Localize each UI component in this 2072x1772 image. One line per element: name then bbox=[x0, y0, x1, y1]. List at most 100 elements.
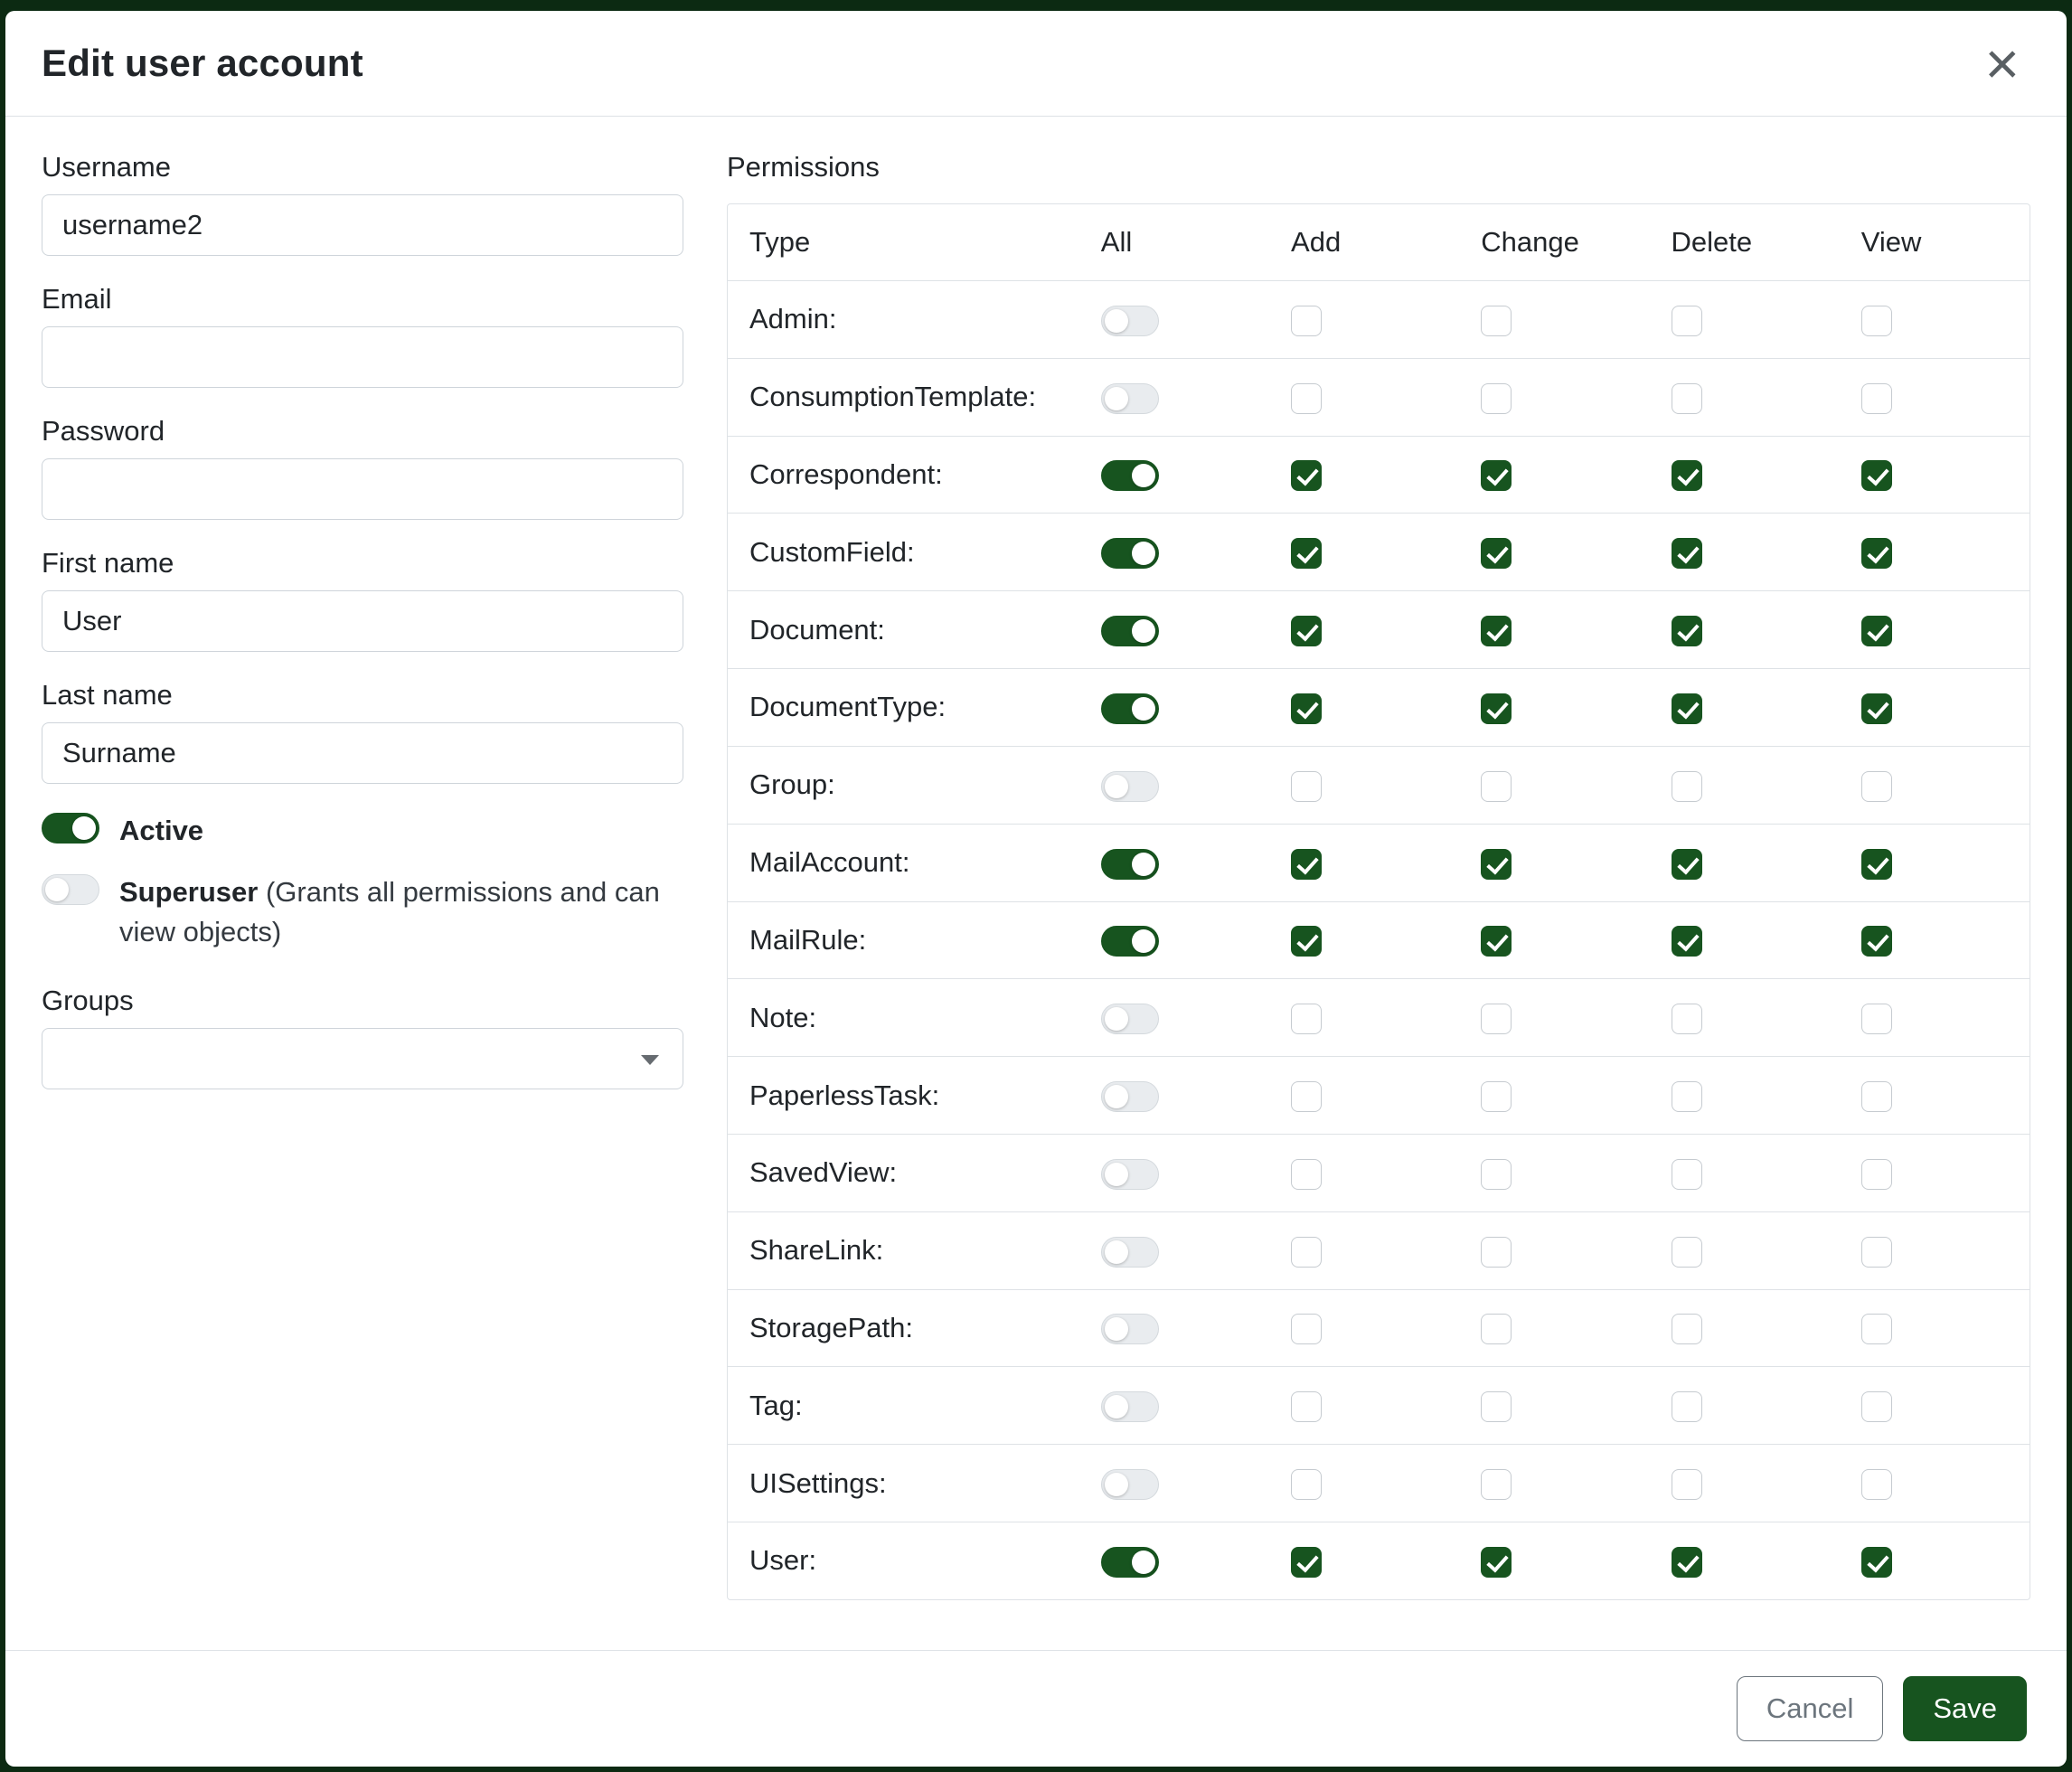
cancel-button[interactable]: Cancel bbox=[1737, 1676, 1884, 1741]
perm-add-checkbox[interactable] bbox=[1291, 383, 1322, 414]
perm-delete-checkbox[interactable] bbox=[1672, 1004, 1702, 1034]
perm-change-checkbox[interactable] bbox=[1481, 1314, 1512, 1344]
email-field[interactable] bbox=[42, 326, 683, 388]
active-toggle[interactable] bbox=[42, 813, 99, 844]
perm-change-checkbox[interactable] bbox=[1481, 1469, 1512, 1500]
perm-all-toggle[interactable] bbox=[1101, 1547, 1159, 1578]
perm-view-checkbox[interactable] bbox=[1861, 1547, 1892, 1578]
perm-add-checkbox[interactable] bbox=[1291, 1004, 1322, 1034]
perm-add-checkbox[interactable] bbox=[1291, 1081, 1322, 1112]
perm-add-checkbox[interactable] bbox=[1291, 1159, 1322, 1190]
perm-view-checkbox[interactable] bbox=[1861, 460, 1892, 491]
perm-view-checkbox[interactable] bbox=[1861, 306, 1892, 336]
perm-delete-checkbox[interactable] bbox=[1672, 616, 1702, 646]
perm-all-toggle[interactable] bbox=[1101, 1159, 1159, 1190]
perm-view-checkbox[interactable] bbox=[1861, 1469, 1892, 1500]
perm-view-checkbox[interactable] bbox=[1861, 849, 1892, 880]
perm-view-checkbox[interactable] bbox=[1861, 1391, 1892, 1422]
close-button[interactable]: × bbox=[1977, 45, 2027, 81]
perm-change-checkbox[interactable] bbox=[1481, 693, 1512, 724]
perm-delete-checkbox[interactable] bbox=[1672, 460, 1702, 491]
perm-add-checkbox[interactable] bbox=[1291, 538, 1322, 569]
perm-change-checkbox[interactable] bbox=[1481, 460, 1512, 491]
perm-add-checkbox[interactable] bbox=[1291, 771, 1322, 802]
last-name-input[interactable] bbox=[42, 722, 683, 784]
perm-change-checkbox[interactable] bbox=[1481, 1391, 1512, 1422]
perm-all-toggle[interactable] bbox=[1101, 1081, 1159, 1112]
perm-all-toggle[interactable] bbox=[1101, 926, 1159, 957]
perm-change-checkbox[interactable] bbox=[1481, 1159, 1512, 1190]
first-name-field-group: First name bbox=[42, 547, 683, 652]
perm-all-toggle[interactable] bbox=[1101, 1004, 1159, 1034]
perm-delete-checkbox[interactable] bbox=[1672, 849, 1702, 880]
perm-change-checkbox[interactable] bbox=[1481, 771, 1512, 802]
perm-change-checkbox[interactable] bbox=[1481, 1237, 1512, 1268]
perm-all-toggle[interactable] bbox=[1101, 1237, 1159, 1268]
perm-all-toggle[interactable] bbox=[1101, 306, 1159, 336]
perm-add-checkbox[interactable] bbox=[1291, 1314, 1322, 1344]
perm-delete-checkbox[interactable] bbox=[1672, 1081, 1702, 1112]
perm-view-checkbox[interactable] bbox=[1861, 383, 1892, 414]
perm-add-checkbox[interactable] bbox=[1291, 460, 1322, 491]
perm-change-checkbox[interactable] bbox=[1481, 306, 1512, 336]
perm-all-toggle[interactable] bbox=[1101, 383, 1159, 414]
table-row: ConsumptionTemplate: bbox=[728, 358, 2030, 436]
perm-add-checkbox[interactable] bbox=[1291, 306, 1322, 336]
perm-all-toggle[interactable] bbox=[1101, 1314, 1159, 1344]
perm-delete-checkbox[interactable] bbox=[1672, 1547, 1702, 1578]
perm-view-checkbox[interactable] bbox=[1861, 538, 1892, 569]
perm-change-checkbox[interactable] bbox=[1481, 616, 1512, 646]
perm-view-checkbox[interactable] bbox=[1861, 1314, 1892, 1344]
perm-delete-checkbox[interactable] bbox=[1672, 693, 1702, 724]
perm-add-checkbox[interactable] bbox=[1291, 1237, 1322, 1268]
perm-all-toggle[interactable] bbox=[1101, 1391, 1159, 1422]
perm-all-toggle[interactable] bbox=[1101, 538, 1159, 569]
perm-delete-checkbox[interactable] bbox=[1672, 771, 1702, 802]
perm-change-checkbox[interactable] bbox=[1481, 1004, 1512, 1034]
perm-change-checkbox[interactable] bbox=[1481, 926, 1512, 957]
perm-delete-checkbox[interactable] bbox=[1672, 538, 1702, 569]
password-field[interactable] bbox=[42, 458, 683, 520]
save-button[interactable]: Save bbox=[1903, 1676, 2027, 1741]
perm-change-checkbox[interactable] bbox=[1481, 383, 1512, 414]
perm-add-checkbox[interactable] bbox=[1291, 926, 1322, 957]
perm-view-checkbox[interactable] bbox=[1861, 771, 1892, 802]
groups-select[interactable] bbox=[42, 1028, 683, 1089]
perm-all-toggle[interactable] bbox=[1101, 460, 1159, 491]
superuser-toggle[interactable] bbox=[42, 874, 99, 905]
perm-view-checkbox[interactable] bbox=[1861, 616, 1892, 646]
perm-add-checkbox[interactable] bbox=[1291, 1547, 1322, 1578]
first-name-input[interactable] bbox=[42, 590, 683, 652]
perm-type-label: DocumentType: bbox=[749, 691, 946, 722]
perm-delete-checkbox[interactable] bbox=[1672, 1391, 1702, 1422]
perm-all-toggle[interactable] bbox=[1101, 693, 1159, 724]
perm-delete-checkbox[interactable] bbox=[1672, 383, 1702, 414]
perm-all-toggle[interactable] bbox=[1101, 849, 1159, 880]
perm-add-checkbox[interactable] bbox=[1291, 849, 1322, 880]
perm-view-checkbox[interactable] bbox=[1861, 1237, 1892, 1268]
perm-add-checkbox[interactable] bbox=[1291, 616, 1322, 646]
perm-all-toggle[interactable] bbox=[1101, 616, 1159, 646]
perm-delete-checkbox[interactable] bbox=[1672, 926, 1702, 957]
perm-add-checkbox[interactable] bbox=[1291, 693, 1322, 724]
perm-add-checkbox[interactable] bbox=[1291, 1469, 1322, 1500]
perm-view-checkbox[interactable] bbox=[1861, 693, 1892, 724]
perm-delete-checkbox[interactable] bbox=[1672, 1314, 1702, 1344]
perm-all-toggle[interactable] bbox=[1101, 771, 1159, 802]
perm-change-checkbox[interactable] bbox=[1481, 538, 1512, 569]
perm-change-checkbox[interactable] bbox=[1481, 1547, 1512, 1578]
perm-view-checkbox[interactable] bbox=[1861, 1081, 1892, 1112]
perm-view-checkbox[interactable] bbox=[1861, 926, 1892, 957]
perm-delete-checkbox[interactable] bbox=[1672, 1469, 1702, 1500]
perm-delete-checkbox[interactable] bbox=[1672, 306, 1702, 336]
perm-view-checkbox[interactable] bbox=[1861, 1004, 1892, 1034]
perm-all-toggle[interactable] bbox=[1101, 1469, 1159, 1500]
perm-view-checkbox[interactable] bbox=[1861, 1159, 1892, 1190]
perm-add-checkbox[interactable] bbox=[1291, 1391, 1322, 1422]
perm-change-checkbox[interactable] bbox=[1481, 1081, 1512, 1112]
perm-delete-checkbox[interactable] bbox=[1672, 1237, 1702, 1268]
perm-change-checkbox[interactable] bbox=[1481, 849, 1512, 880]
superuser-text: Superuser (Grants all permissions and ca… bbox=[119, 872, 683, 952]
username-input[interactable] bbox=[42, 194, 683, 256]
perm-delete-checkbox[interactable] bbox=[1672, 1159, 1702, 1190]
